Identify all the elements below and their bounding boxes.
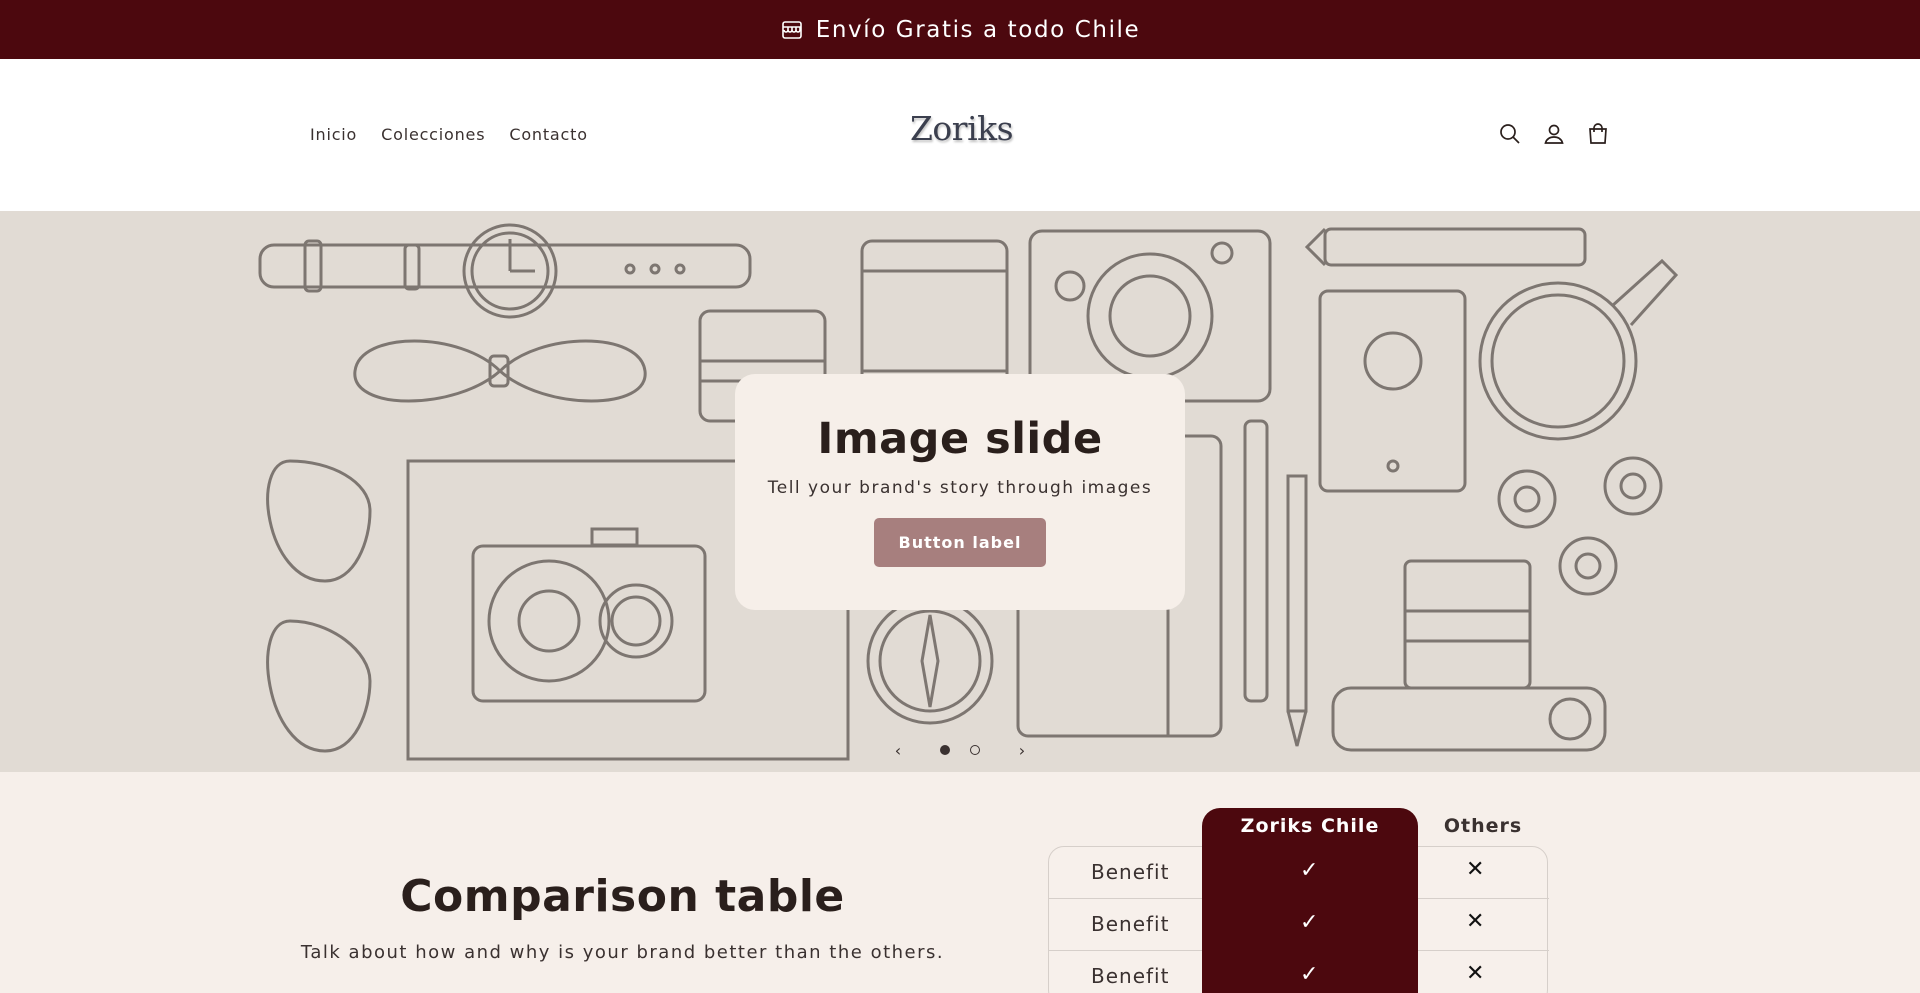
hero-slideshow: Image slide Tell your brand's story thro… [0, 211, 1920, 772]
slider-dots [940, 745, 980, 755]
cart-icon[interactable] [1586, 122, 1610, 146]
benefit-label: Benefit [1091, 860, 1170, 884]
announcement-bar: Envío Gratis a todo Chile [0, 0, 1920, 59]
store-icon [780, 18, 804, 42]
slider-controls: ‹ › [890, 738, 1030, 762]
cross-icon: ✕ [1466, 961, 1485, 986]
slider-dot-2[interactable] [970, 745, 980, 755]
others-column-header: Others [1443, 815, 1523, 837]
nav-link-inicio[interactable]: Inicio [310, 125, 357, 144]
header-icons [1498, 122, 1610, 146]
nav-link-contacto[interactable]: Contacto [509, 125, 587, 144]
slide-content-card: Image slide Tell your brand's story thro… [735, 374, 1185, 610]
check-icon: ✓ [1300, 858, 1319, 883]
slide-title: Image slide [817, 414, 1103, 464]
chevron-right-icon[interactable]: › [1014, 741, 1030, 760]
check-icon: ✓ [1300, 910, 1319, 935]
benefit-label: Benefit [1091, 964, 1170, 988]
main-nav: Inicio Colecciones Contacto [310, 125, 588, 144]
slider-dot-1[interactable] [940, 745, 950, 755]
slide-subtitle: Tell your brand's story through images [767, 478, 1153, 498]
announcement-text: Envío Gratis a todo Chile [815, 16, 1141, 43]
comparison-section: Comparison table Talk about how and why … [0, 772, 1920, 993]
search-icon[interactable] [1498, 122, 1522, 146]
account-icon[interactable] [1542, 122, 1566, 146]
nav-link-colecciones[interactable]: Colecciones [381, 125, 485, 144]
check-icon: ✓ [1300, 962, 1319, 987]
chevron-left-icon[interactable]: ‹ [890, 741, 906, 760]
brand-column-header: Zoriks Chile [1240, 815, 1380, 837]
site-logo[interactable]: Zoriks [910, 109, 1014, 148]
site-header: Inicio Colecciones Contacto Zoriks [0, 59, 1920, 211]
cross-icon: ✕ [1466, 909, 1485, 934]
cross-icon: ✕ [1466, 857, 1485, 882]
slide-cta-button[interactable]: Button label [874, 518, 1046, 567]
benefit-label: Benefit [1091, 912, 1170, 936]
